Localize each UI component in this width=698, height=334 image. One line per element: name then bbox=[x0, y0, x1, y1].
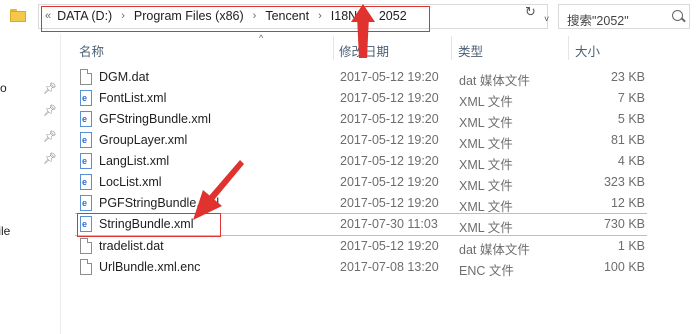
annotation-arrow-diagonal-icon bbox=[193, 160, 244, 220]
annotation-arrow-up-icon bbox=[351, 4, 375, 58]
annotation-arrows bbox=[193, 4, 375, 220]
